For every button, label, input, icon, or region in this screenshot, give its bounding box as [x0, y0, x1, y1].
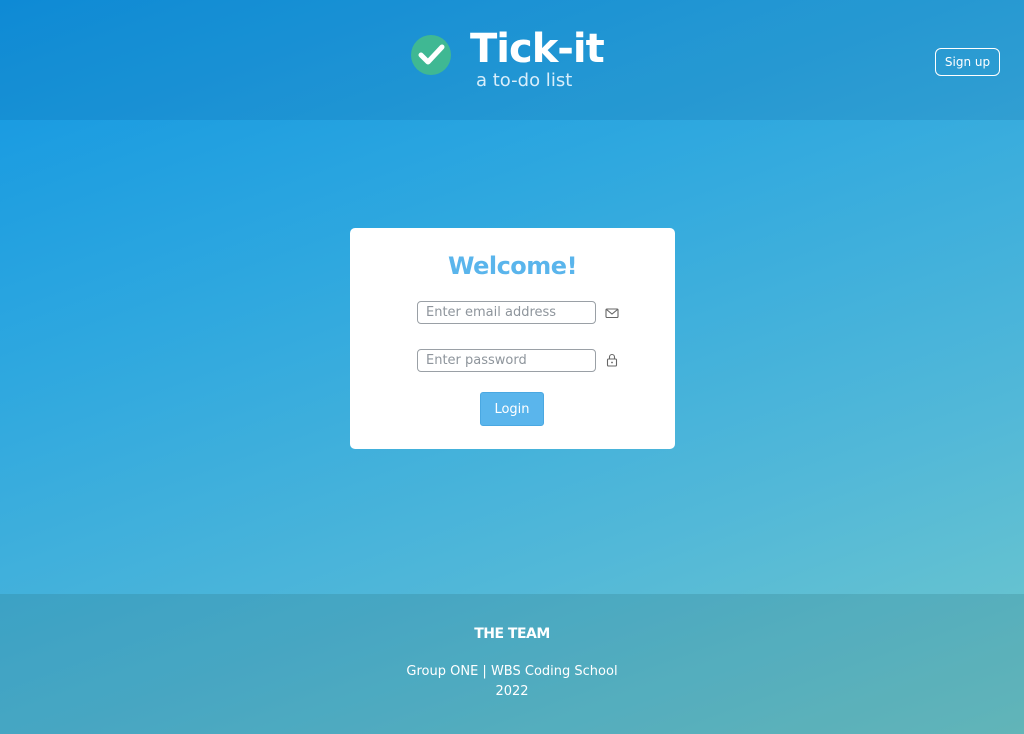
login-button[interactable]: Login	[480, 392, 544, 426]
password-field[interactable]	[417, 349, 596, 372]
logo-subtitle: a to-do list	[476, 70, 573, 91]
signup-button[interactable]: Sign up	[935, 48, 1000, 76]
logo-title: Tick-it	[470, 26, 605, 72]
footer-credits: Group ONE | WBS Coding School	[406, 664, 618, 679]
login-card: Welcome! Login	[350, 228, 675, 449]
header: Tick-it a to-do list Sign up	[0, 0, 1024, 120]
welcome-heading: Welcome!	[447, 252, 578, 280]
lock-icon	[606, 353, 618, 367]
mail-icon	[605, 308, 619, 319]
footer: THE TEAM Group ONE | WBS Coding School 2…	[0, 594, 1024, 734]
check-circle-icon	[411, 35, 451, 75]
footer-year: 2022	[495, 684, 529, 699]
footer-title: THE TEAM	[474, 626, 550, 642]
email-field[interactable]	[417, 301, 596, 324]
logo[interactable]: Tick-it a to-do list	[410, 26, 640, 96]
